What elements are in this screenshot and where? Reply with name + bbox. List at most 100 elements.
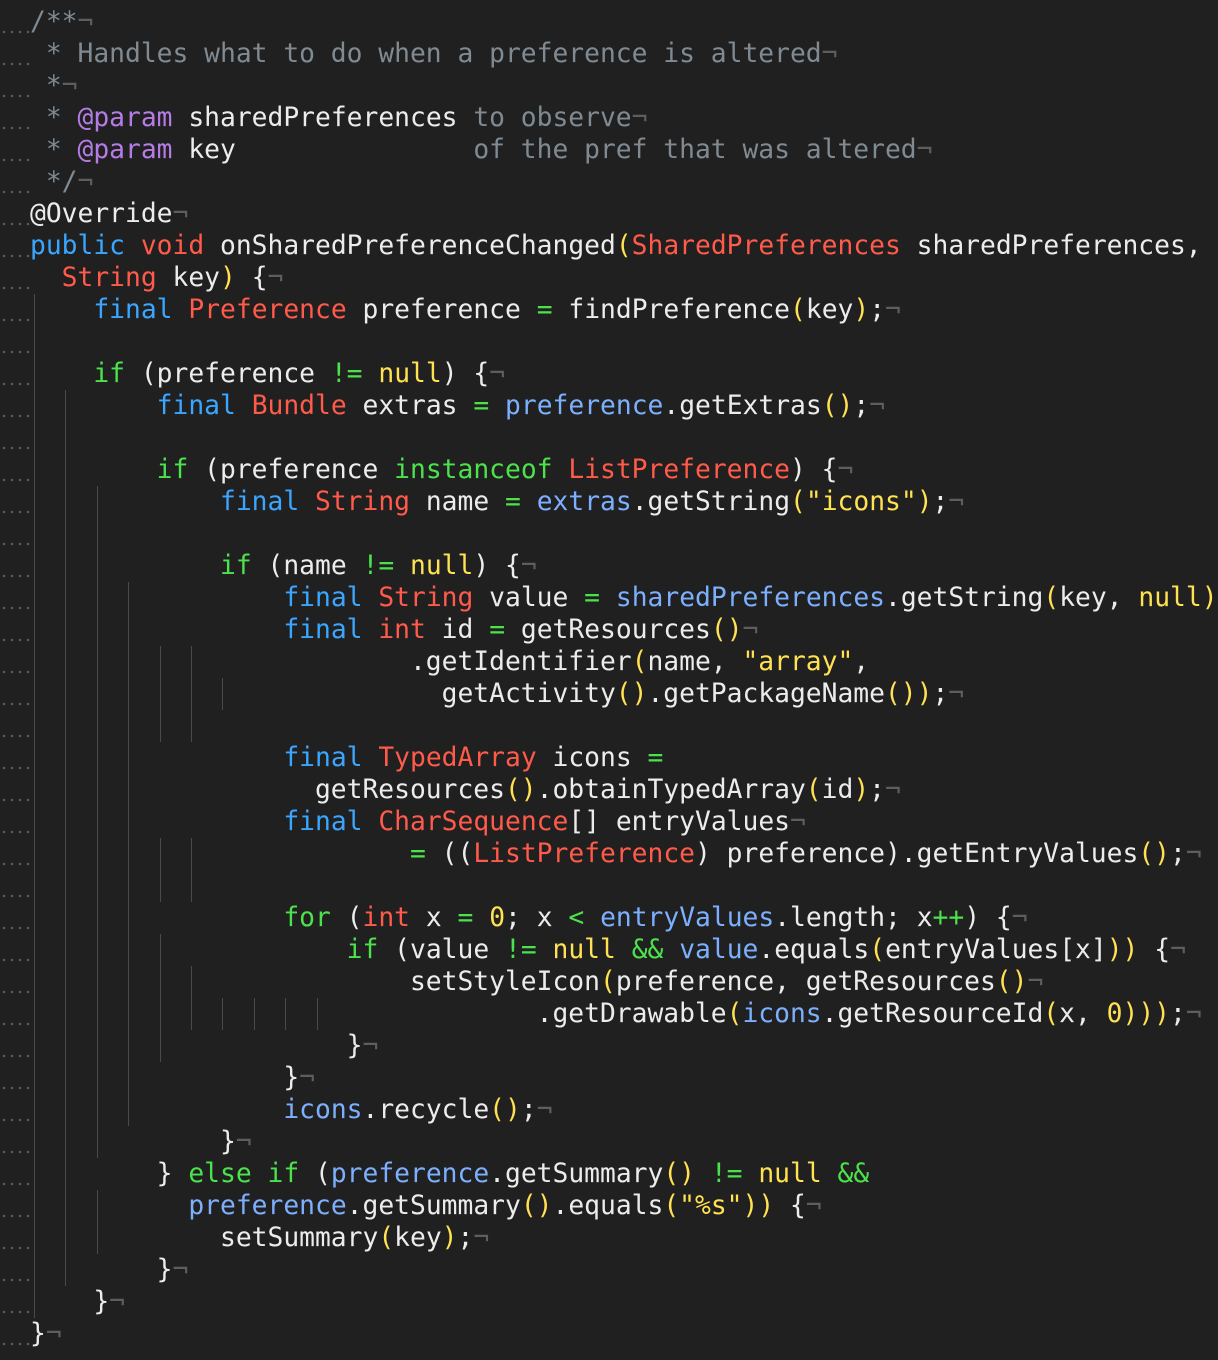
indent-guide <box>65 710 67 742</box>
code-line[interactable]: * @param sharedPreferences to observe¬ <box>0 102 1218 134</box>
code-token: getActivity <box>30 679 616 709</box>
indent-guide <box>96 1030 98 1062</box>
code-line[interactable] <box>0 422 1218 454</box>
code-line[interactable]: setSummary(key);¬ <box>0 1222 1218 1254</box>
indent-guide <box>34 710 35 742</box>
indent-guide <box>65 902 67 934</box>
code-token: } <box>30 1127 236 1157</box>
code-line[interactable]: icons.recycle();¬ <box>0 1094 1218 1126</box>
indent-guide <box>96 1062 98 1094</box>
eol-marker: ¬ <box>77 7 94 37</box>
code-line[interactable]: @Override¬ <box>0 198 1218 230</box>
code-token: ) { <box>964 903 1012 933</box>
eol-marker: ¬ <box>489 359 506 389</box>
indent-guide <box>128 902 130 934</box>
code-line[interactable]: final TypedArray icons = <box>0 742 1218 774</box>
code-token: ; x <box>505 903 569 933</box>
code-line[interactable]: getActivity().getPackageName());¬ <box>0 678 1218 710</box>
code-line[interactable]: setStyleIcon(preference, getResources()¬ <box>0 966 1218 998</box>
code-token: ListPreference <box>473 839 695 869</box>
indent-guide <box>34 326 35 358</box>
code-line[interactable]: */¬ <box>0 166 1218 198</box>
indent-guide <box>96 614 98 646</box>
code-line[interactable]: getResources().obtainTypedArray(id);¬ <box>0 774 1218 806</box>
code-line[interactable] <box>0 326 1218 358</box>
code-line[interactable]: }¬ <box>0 1030 1218 1062</box>
code-token: .getResourceId <box>821 999 1044 1029</box>
whitespace-dots <box>0 550 30 582</box>
code-line[interactable]: final String value = sharedPreferences.g… <box>0 582 1218 614</box>
eol-marker: ¬ <box>77 167 94 197</box>
code-line[interactable]: }¬ <box>0 1286 1218 1318</box>
code-token: ) <box>1201 583 1218 613</box>
code-line[interactable]: = ((ListPreference) preference).getEntry… <box>0 838 1218 870</box>
code-line[interactable]: * Handles what to do when a preference i… <box>0 38 1218 70</box>
code-token: } <box>30 1255 173 1285</box>
indent-guide <box>34 1254 35 1286</box>
code-token: (value <box>378 935 505 965</box>
code-line[interactable]: final int id = getResources()¬ <box>0 614 1218 646</box>
indent-guide <box>65 806 67 838</box>
code-line[interactable]: if (value != null && value.equals(entryV… <box>0 934 1218 966</box>
code-line[interactable]: /**¬ <box>0 6 1218 38</box>
code-line[interactable] <box>0 518 1218 550</box>
code-token: ) { <box>473 551 521 581</box>
code-line[interactable]: * @param key of the pref that was altere… <box>0 134 1218 166</box>
code-line[interactable]: }¬ <box>0 1062 1218 1094</box>
code-token: setSummary <box>30 1223 379 1253</box>
code-token: { <box>774 1191 806 1221</box>
code-line[interactable]: }¬ <box>0 1318 1218 1350</box>
indent-guide <box>34 390 35 422</box>
code-line[interactable]: } else if (preference.getSummary() != nu… <box>0 1158 1218 1190</box>
code-token: = <box>647 743 664 773</box>
code-line[interactable]: public void onSharedPreferenceChanged(Sh… <box>0 230 1218 262</box>
code-token: .getExtras <box>663 391 822 421</box>
code-line[interactable]: if (name != null) {¬ <box>0 550 1218 582</box>
indent-guide <box>96 1222 98 1254</box>
code-line[interactable]: }¬ <box>0 1126 1218 1158</box>
indent-guide <box>65 454 67 486</box>
code-line[interactable]: *¬ <box>0 70 1218 102</box>
indent-guide <box>65 1062 67 1094</box>
eol-marker: ¬ <box>235 1127 252 1157</box>
indent-guide <box>34 646 35 678</box>
code-line[interactable]: final Bundle extras = preference.getExtr… <box>0 390 1218 422</box>
code-token: void <box>140 231 205 261</box>
code-line[interactable]: final Preference preference = findPrefer… <box>0 294 1218 326</box>
code-token: entryValues <box>600 903 775 933</box>
code-line[interactable]: preference.getSummary().equals("%s")) {¬ <box>0 1190 1218 1222</box>
whitespace-dots <box>0 1190 30 1222</box>
whitespace-dots <box>0 902 30 934</box>
code-line[interactable]: final String name = extras.getString("ic… <box>0 486 1218 518</box>
code-token: sharedPreferences, <box>900 231 1202 261</box>
code-line[interactable]: }¬ <box>0 1254 1218 1286</box>
code-line[interactable] <box>0 870 1218 902</box>
code-editor[interactable]: /**¬ * Handles what to do when a prefere… <box>0 0 1218 1360</box>
code-line[interactable]: .getIdentifier(name, "array", <box>0 646 1218 678</box>
code-line[interactable]: String key) {¬ <box>0 262 1218 294</box>
code-token: key <box>156 263 221 293</box>
code-token: () <box>663 1159 695 1189</box>
whitespace-dots <box>0 6 30 38</box>
indent-guide <box>128 838 130 870</box>
indent-guide <box>96 998 98 1030</box>
code-line[interactable]: .getDrawable(icons.getResourceId(x, 0)))… <box>0 998 1218 1030</box>
code-line[interactable]: for (int x = 0; x < entryValues.length; … <box>0 902 1218 934</box>
indent-guide <box>128 774 130 806</box>
indent-guide <box>96 582 98 614</box>
code-line[interactable] <box>0 710 1218 742</box>
code-line[interactable]: if (preference != null) {¬ <box>0 358 1218 390</box>
code-line[interactable]: if (preference instanceof ListPreference… <box>0 454 1218 486</box>
code-token: x <box>410 903 458 933</box>
code-token: (( <box>425 839 474 869</box>
code-line[interactable]: final CharSequence[] entryValues¬ <box>0 806 1218 838</box>
code-token: int <box>378 615 426 645</box>
indent-guide <box>159 710 161 742</box>
code-token: ; <box>457 1223 474 1253</box>
code-token: Bundle <box>251 391 347 421</box>
